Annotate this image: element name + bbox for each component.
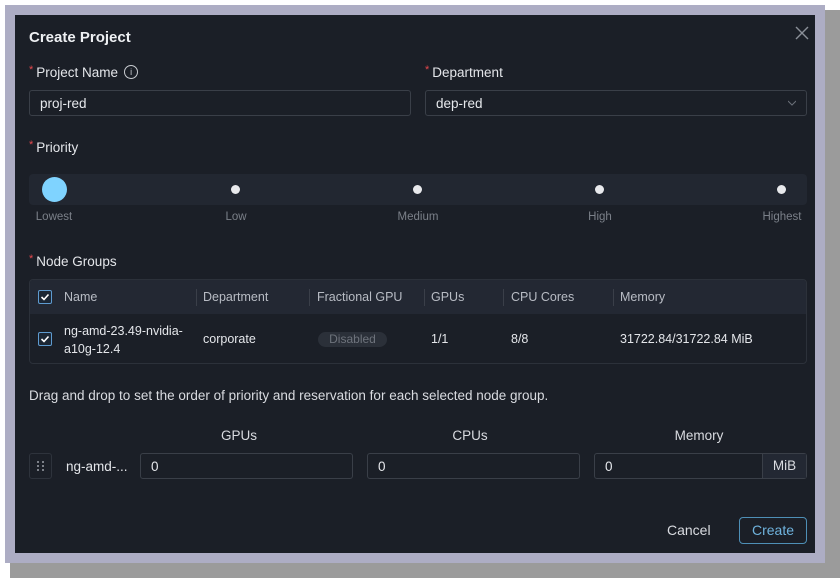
department-label: * Department: [425, 64, 503, 80]
cell-cpu-cores: 8/8: [511, 332, 529, 346]
node-groups-label: * Node Groups: [29, 253, 117, 269]
memory-unit-addon: MiB: [762, 454, 806, 478]
create-button[interactable]: Create: [739, 517, 807, 544]
department-label-text: Department: [432, 65, 503, 80]
gpus-input[interactable]: 0: [140, 453, 353, 479]
project-name-value: proj-red: [40, 96, 87, 111]
priority-tick-label: Highest: [762, 211, 802, 223]
checkmark-icon: [40, 293, 50, 301]
cpus-input[interactable]: 0: [367, 453, 580, 479]
project-name-input[interactable]: proj-red: [29, 90, 411, 116]
priority-stop-low[interactable]: [231, 185, 240, 194]
node-groups-table: Name Department Fractional GPU GPUs CPU …: [29, 279, 807, 364]
priority-stop-highest[interactable]: [777, 185, 786, 194]
cell-name-line: ng-amd-23.49-nvidia-: [64, 324, 183, 338]
cell-memory: 31722.84/31722.84 MiB: [620, 332, 753, 346]
create-project-dialog: Create Project * Project Name i proj-red *…: [15, 15, 815, 553]
column-divider: [424, 289, 425, 306]
required-mark: *: [29, 139, 34, 151]
cell-name-line: a10g-12.4: [64, 342, 121, 356]
department-value: dep-red: [436, 96, 483, 111]
cell-department: corporate: [203, 332, 256, 346]
cpus-value: 0: [378, 459, 386, 474]
background: [825, 0, 840, 10]
priority-tick-label: Low: [225, 211, 247, 223]
column-header-cpu-cores[interactable]: CPU Cores: [511, 280, 574, 314]
reservation-column-gpus: GPUs: [220, 428, 258, 443]
priority-label: * Priority: [29, 139, 79, 155]
project-name-label-text: Project Name: [36, 65, 119, 80]
drag-handle-icon: [37, 461, 44, 471]
memory-input[interactable]: 0 MiB: [594, 453, 807, 479]
priority-slider[interactable]: [29, 174, 807, 205]
info-icon[interactable]: i: [124, 65, 139, 80]
checkmark-icon: [40, 335, 50, 343]
required-mark: *: [425, 64, 430, 76]
column-header-fractional-gpu[interactable]: Fractional GPU: [317, 280, 402, 314]
drag-handle[interactable]: [29, 453, 52, 479]
chevron-down-icon: [788, 100, 796, 106]
priority-tick-label: High: [588, 211, 612, 223]
column-header-gpus[interactable]: GPUs: [431, 280, 464, 314]
reservation-column-cpus: CPUs: [452, 428, 488, 443]
priority-label-text: Priority: [36, 140, 79, 155]
background: [0, 563, 10, 578]
department-select[interactable]: dep-red: [425, 90, 807, 116]
memory-value: 0: [605, 459, 613, 474]
node-groups-label-text: Node Groups: [36, 254, 117, 269]
reservation-column-memory: Memory: [674, 428, 724, 443]
gpus-value: 0: [151, 459, 159, 474]
column-header-department[interactable]: Department: [203, 280, 268, 314]
required-mark: *: [29, 64, 34, 76]
select-all-checkbox[interactable]: [38, 290, 52, 304]
close-icon: [795, 26, 809, 40]
cell-gpus: 1/1: [431, 332, 449, 346]
priority-tick-label: Lowest: [35, 211, 73, 223]
required-mark: *: [29, 253, 34, 265]
priority-stop-high[interactable]: [595, 185, 604, 194]
cell-name: ng-amd-23.49-nvidia- a10g-12.4: [64, 322, 183, 358]
column-divider: [503, 289, 504, 306]
reservation-node-group-name: ng-amd-...: [66, 459, 128, 474]
priority-tick-label: Medium: [397, 211, 439, 223]
reservation-hint: Drag and drop to set the order of priori…: [29, 388, 549, 403]
row-checkbox[interactable]: [38, 332, 52, 346]
priority-slider-handle[interactable]: [42, 177, 67, 202]
priority-stop-medium[interactable]: [413, 185, 422, 194]
column-header-name[interactable]: Name: [64, 280, 97, 314]
column-divider: [613, 289, 614, 306]
fractional-gpu-badge: Disabled: [318, 332, 387, 347]
cancel-button[interactable]: Cancel: [667, 522, 711, 538]
project-name-label: * Project Name i: [29, 64, 139, 80]
column-divider: [196, 289, 197, 306]
close-button[interactable]: [794, 25, 810, 41]
dialog-title: Create Project: [29, 29, 131, 46]
column-header-memory[interactable]: Memory: [620, 280, 665, 314]
table-header: Name Department Fractional GPU GPUs CPU …: [30, 280, 806, 314]
column-divider: [309, 289, 310, 306]
